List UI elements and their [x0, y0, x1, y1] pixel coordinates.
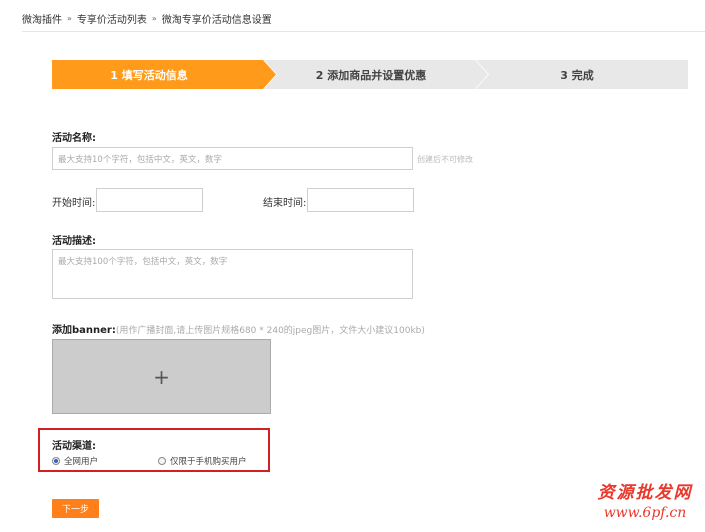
breadcrumb-separator-icon: »: [151, 13, 157, 23]
step-3: 3 完成: [476, 60, 688, 89]
step-progress-bar: 1 填写活动信息 2 添加商品并设置优惠 3 完成: [52, 60, 688, 89]
banner-upload-area[interactable]: +: [52, 339, 271, 414]
activity-name-input[interactable]: 最大支持10个字符，包括中文，英文，数字: [52, 147, 413, 170]
breadcrumb-item-plugin[interactable]: 微淘插件: [22, 11, 62, 26]
channel-option-label: 全网用户: [64, 457, 99, 467]
next-step-button[interactable]: 下一步: [52, 499, 99, 518]
activity-name-note: 创建后不可修改: [417, 155, 473, 164]
radio-selected-icon[interactable]: [52, 457, 60, 465]
channel-option-label: 仅限于手机购买用户: [170, 457, 247, 467]
start-time-input[interactable]: [96, 188, 203, 212]
breadcrumb: 微淘插件 » 专享价活动列表 » 微淘专享价活动信息设置: [22, 10, 272, 26]
step-1: 1 填写活动信息: [52, 60, 276, 89]
activity-channel-label: 活动渠道:: [52, 441, 96, 452]
step-1-label: 1 填写活动信息: [110, 68, 188, 82]
end-time-label: 结束时间:: [263, 198, 307, 209]
activity-description-textarea[interactable]: 最大支持100个字符，包括中文，英文，数字: [52, 249, 413, 299]
add-icon: +: [153, 364, 170, 389]
watermark-line1: 资源批发网: [597, 483, 693, 503]
watermark-line2: www.6pf.cn: [603, 505, 687, 521]
activity-description-label: 活动描述:: [52, 236, 96, 247]
step-2-label: 2 添加商品并设置优惠: [315, 68, 427, 82]
breadcrumb-item-current: 微淘专享价活动信息设置: [161, 14, 272, 26]
activity-name-label: 活动名称:: [52, 133, 96, 144]
breadcrumb-item-activity-list[interactable]: 专享价活动列表: [77, 11, 147, 26]
step-2: 2 添加商品并设置优惠: [264, 60, 488, 89]
banner-label: 添加banner:: [52, 325, 116, 336]
breadcrumb-separator-icon: »: [67, 13, 72, 23]
banner-label-row: 添加banner:(用作广播封面,请上传图片规格680 * 240的jpeg图片…: [52, 321, 425, 336]
channel-option-all-users[interactable]: 全网用户: [52, 455, 98, 467]
start-time-label: 开始时间:: [52, 198, 96, 209]
channel-option-mobile-users[interactable]: 仅限于手机购买用户: [158, 455, 247, 467]
banner-hint: (用作广播封面,请上传图片规格680 * 240的jpeg图片，文件大小建议10…: [115, 326, 425, 336]
watermark: 资源批发网 www.6pf.cn: [590, 478, 700, 521]
end-time-input[interactable]: [307, 188, 414, 212]
step-3-label: 3 完成: [560, 68, 594, 82]
breadcrumb-divider: [22, 31, 705, 32]
radio-unselected-icon[interactable]: [158, 457, 166, 465]
